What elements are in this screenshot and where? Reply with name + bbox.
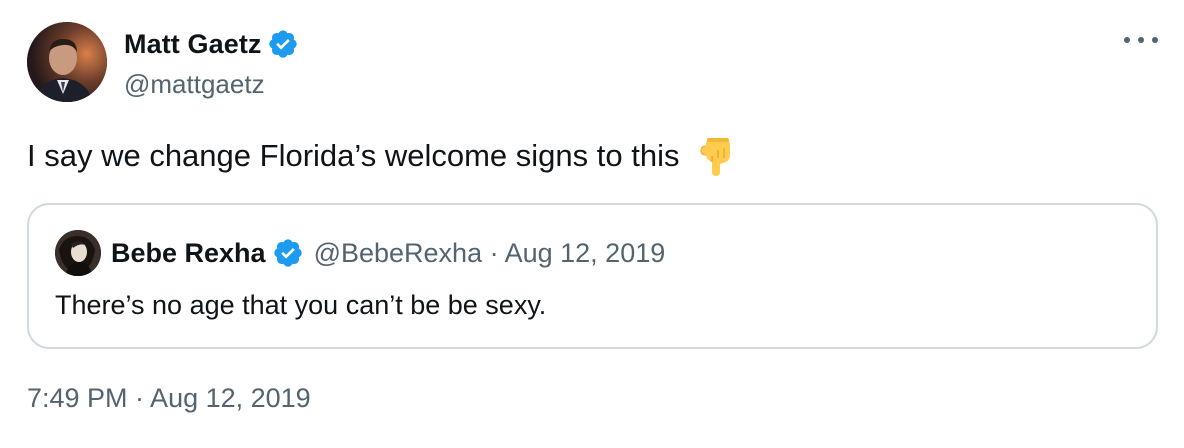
more-dot [1138,37,1144,43]
quoted-tweet-header: Bebe Rexha @BebeRexha · Aug 12, 2019 [111,234,665,272]
author-info: Matt Gaetz @mattgaetz [124,26,299,100]
author-name-row: Matt Gaetz [124,26,299,62]
more-options-icon[interactable] [1124,30,1158,50]
author-name[interactable]: Matt Gaetz [124,29,262,60]
quoted-tweet[interactable]: Bebe Rexha @BebeRexha · Aug 12, 2019 The… [27,203,1158,349]
author-handle[interactable]: @mattgaetz [124,69,299,100]
tweet-text-container: I say we change Florida’s welcome signs … [27,136,736,186]
quoted-handle-and-date[interactable]: @BebeRexha · Aug 12, 2019 [314,238,666,269]
backhand-index-pointing-down-icon [698,136,736,186]
tweet-text: I say we change Florida’s welcome signs … [27,138,680,173]
more-dot [1124,37,1130,43]
author-avatar[interactable] [27,22,107,102]
verified-badge-icon[interactable] [267,28,299,60]
tweet-timestamp[interactable]: 7:49 PM · Aug 12, 2019 [27,383,311,414]
quoted-tweet-text: There’s no age that you can’t be be sexy… [55,290,547,320]
quoted-author-name[interactable]: Bebe Rexha [111,238,266,269]
quoted-author-avatar[interactable] [55,230,101,276]
more-dot [1152,37,1158,43]
tweet-card: Matt Gaetz @mattgaetz I say we change Fl… [0,0,1184,448]
verified-badge-icon[interactable] [272,237,304,269]
